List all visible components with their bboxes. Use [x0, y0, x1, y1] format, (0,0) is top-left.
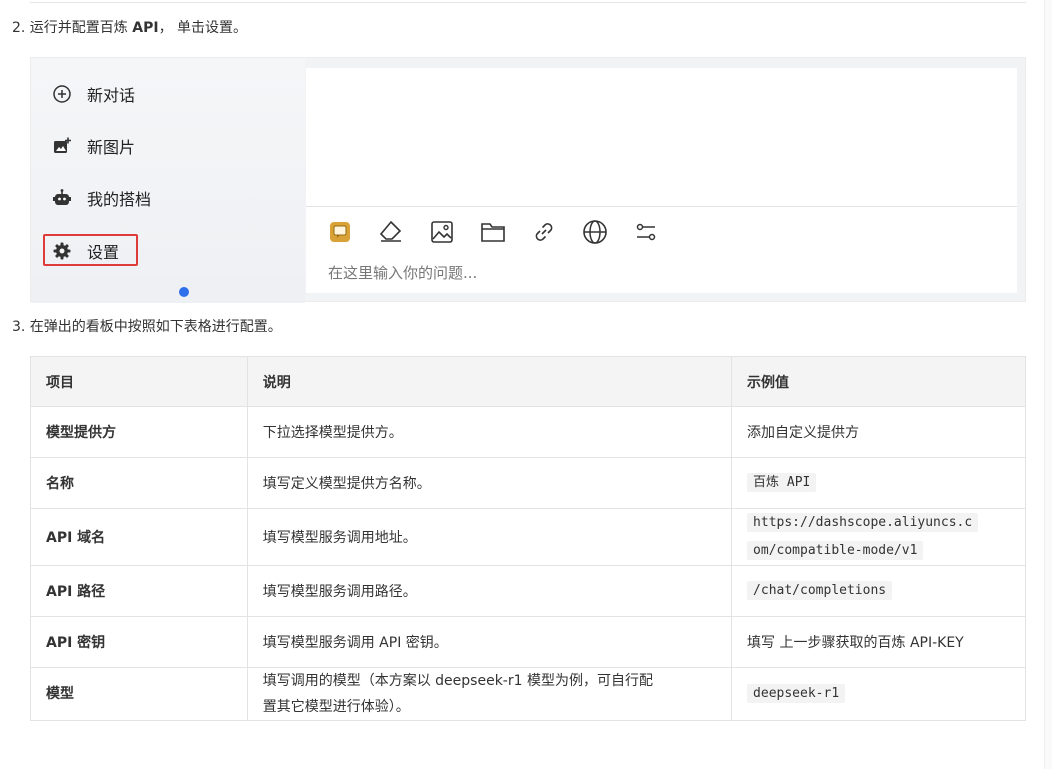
- cell-example: 百炼 API: [731, 457, 1026, 509]
- plus-circle-icon: [51, 83, 73, 105]
- table-row: API 密钥 填写模型服务调用 API 密钥。 填写 上一步骤获取的百炼 API…: [30, 616, 1026, 668]
- config-table: 项目 说明 示例值 模型提供方 下拉选择模型提供方。 添加自定义提供方 名称 填…: [30, 356, 1026, 721]
- table-row: API 域名 填写模型服务调用地址。 https://dashscope.ali…: [30, 508, 1026, 566]
- sliders-icon[interactable]: [632, 218, 660, 246]
- cell-desc: 下拉选择模型提供方。: [246, 406, 733, 458]
- chat-panel: [306, 68, 1017, 293]
- chat-input[interactable]: [328, 264, 988, 282]
- page-scrollbar[interactable]: [1044, 0, 1052, 769]
- example-code-line2: om/compatible-mode/v1: [747, 541, 924, 560]
- app-sidebar: 新对话 新图片 我的搭档 设置: [31, 58, 305, 303]
- status-dot: [179, 287, 189, 297]
- desc-line1: 填写调用的模型（本方案以 deepseek-r1 模型为例，可自行配: [262, 673, 653, 689]
- sidebar-item-label: 我的搭档: [87, 190, 152, 209]
- table-row: 模型 填写调用的模型（本方案以 deepseek-r1 模型为例，可自行配 置其它…: [30, 667, 1026, 721]
- app-screenshot: 新对话 新图片 我的搭档 设置: [30, 57, 1026, 303]
- top-divider: [30, 0, 1026, 3]
- step-2-bold: API: [132, 20, 159, 36]
- chat-divider: [306, 206, 1017, 207]
- robot-icon: [51, 187, 73, 209]
- table-row: API 路径 填写模型服务调用路径。 /chat/completions: [30, 565, 1026, 617]
- eraser-icon[interactable]: [377, 218, 405, 246]
- sidebar-item-new-image[interactable]: 新图片: [51, 132, 135, 160]
- cell-desc: 填写模型服务调用地址。: [246, 508, 733, 566]
- cell-desc: 填写模型服务调用 API 密钥。: [246, 616, 733, 668]
- cell-desc: 填写模型服务调用路径。: [246, 565, 733, 617]
- cell-name: 模型提供方: [30, 406, 248, 458]
- link-icon[interactable]: [530, 218, 558, 246]
- image-icon[interactable]: [428, 218, 456, 246]
- step-2-text: 2. 运行并配置百炼 API， 单击设置。: [12, 17, 247, 37]
- sidebar-item-my-partner[interactable]: 我的搭档: [51, 184, 151, 212]
- cell-name: API 密钥: [30, 616, 248, 668]
- cell-name: API 路径: [30, 565, 248, 617]
- settings-highlight-box: [43, 234, 138, 266]
- cell-desc: 填写调用的模型（本方案以 deepseek-r1 模型为例，可自行配 置其它模型进…: [246, 667, 733, 721]
- chat-box-icon[interactable]: [326, 218, 354, 246]
- cell-example: 填写 上一步骤获取的百炼 API-KEY: [731, 616, 1026, 668]
- globe-icon[interactable]: [581, 218, 609, 246]
- example-code: deepseek-r1: [747, 684, 846, 703]
- sidebar-item-new-chat[interactable]: 新对话: [51, 80, 135, 108]
- sidebar-item-label: 新图片: [87, 138, 136, 157]
- cell-desc: 填写定义模型提供方名称。: [246, 457, 733, 509]
- header-description: 说明: [246, 356, 733, 407]
- cell-example: 添加自定义提供方: [731, 406, 1026, 458]
- example-code-line1: https://dashscope.aliyuncs.c: [747, 513, 979, 532]
- cell-example: /chat/completions: [731, 565, 1026, 617]
- table-header-row: 项目 说明 示例值: [30, 356, 1026, 407]
- folder-icon[interactable]: [479, 218, 507, 246]
- table-row: 模型提供方 下拉选择模型提供方。 添加自定义提供方: [30, 406, 1026, 458]
- desc-line2: 置其它模型进行体验）。: [262, 699, 410, 715]
- chat-toolbar: [326, 218, 683, 246]
- sidebar-item-label: 新对话: [87, 86, 136, 105]
- cell-example: https://dashscope.aliyuncs.c om/compatibl…: [731, 508, 1026, 566]
- cell-name: 名称: [30, 457, 248, 509]
- cell-name: API 域名: [30, 508, 248, 566]
- cell-example: deepseek-r1: [731, 667, 1026, 721]
- step-3-text: 3. 在弹出的看板中按照如下表格进行配置。: [12, 319, 282, 335]
- header-item: 项目: [30, 356, 248, 407]
- cell-name: 模型: [30, 667, 248, 721]
- example-code: /chat/completions: [747, 581, 893, 600]
- step-2-suffix: ， 单击设置。: [158, 20, 248, 36]
- image-plus-icon: [51, 135, 73, 157]
- step-2-prefix: 2. 运行并配置百炼: [12, 20, 133, 36]
- header-example: 示例值: [731, 356, 1026, 407]
- example-code: 百炼 API: [747, 473, 817, 492]
- table-row: 名称 填写定义模型提供方名称。 百炼 API: [30, 457, 1026, 509]
